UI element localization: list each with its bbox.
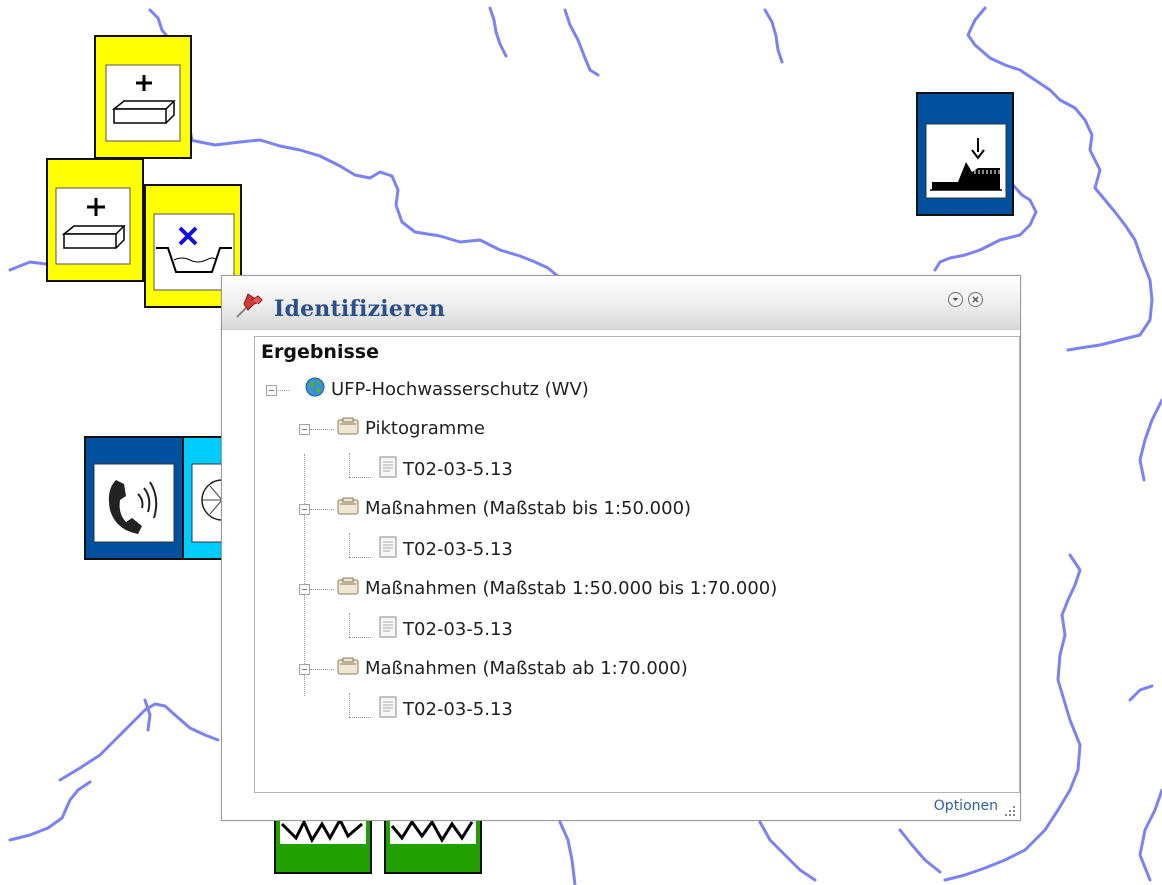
resize-grip-icon[interactable] xyxy=(1003,803,1017,817)
tree-node-group[interactable]: Maßnahmen (Maßstab bis 1:50.000) xyxy=(337,496,691,521)
folder-icon xyxy=(337,416,359,441)
tree-toggle-group[interactable] xyxy=(299,664,310,675)
pictogram-add-block-left[interactable] xyxy=(46,158,144,282)
pictogram-gauge-level[interactable] xyxy=(916,92,1014,216)
results-panel: Ergebnisse UFP-Hochwasserschutz (WV) Pik… xyxy=(254,336,1020,793)
tree-node-item[interactable]: T02-03-5.13 xyxy=(379,616,513,643)
collapse-button[interactable] xyxy=(948,292,963,307)
tree-node-item-label: T02-03-5.13 xyxy=(403,619,513,640)
folder-icon xyxy=(337,496,359,521)
river-line xyxy=(143,698,152,732)
river-line xyxy=(758,820,817,882)
tree-node-root[interactable]: UFP-Hochwasserschutz (WV) xyxy=(305,377,589,402)
folder-icon xyxy=(337,576,359,601)
close-icon xyxy=(972,296,979,303)
tree-node-group[interactable]: Maßnahmen (Maßstab ab 1:70.000) xyxy=(337,656,688,681)
document-icon xyxy=(379,536,397,563)
tree-node-group-label: Maßnahmen (Maßstab 1:50.000 bis 1:70.000… xyxy=(365,578,778,599)
tree-node-group[interactable]: Maßnahmen (Maßstab 1:50.000 bis 1:70.000… xyxy=(337,576,777,601)
tree-node-item-label: T02-03-5.13 xyxy=(403,459,513,480)
tree-node-item-label: T02-03-5.13 xyxy=(403,699,513,720)
tree-node-item[interactable]: T02-03-5.13 xyxy=(379,696,513,723)
river-line xyxy=(188,138,562,280)
river-line xyxy=(8,780,92,842)
river-line xyxy=(1138,398,1162,482)
tree-toggle-group[interactable] xyxy=(299,424,310,435)
document-icon xyxy=(379,616,397,643)
tree-node-item[interactable]: T02-03-5.13 xyxy=(379,456,513,483)
globe-icon xyxy=(305,377,325,402)
tree-node-group-label: Maßnahmen (Maßstab ab 1:70.000) xyxy=(365,658,688,679)
tree-node-root-label: UFP-Hochwasserschutz (WV) xyxy=(331,379,589,400)
tree-toggle-group[interactable] xyxy=(299,584,310,595)
close-button[interactable] xyxy=(968,292,983,307)
river-line xyxy=(763,8,784,64)
pictogram-green-left[interactable] xyxy=(274,812,372,874)
river-line xyxy=(563,8,600,77)
folder-icon xyxy=(337,656,359,681)
tree-node-item[interactable]: T02-03-5.13 xyxy=(379,536,513,563)
tree-node-item-label: T02-03-5.13 xyxy=(403,539,513,560)
river-line xyxy=(8,260,48,272)
river-line xyxy=(1138,788,1162,882)
options-link[interactable]: Optionen xyxy=(934,798,998,814)
tree-toggle-group[interactable] xyxy=(299,504,310,515)
results-tree: UFP-Hochwasserschutz (WV) Piktogramme T0… xyxy=(255,337,1019,792)
pushpin-icon xyxy=(234,290,266,324)
pictogram-green-right[interactable] xyxy=(384,812,482,874)
pictogram-add-block-top[interactable] xyxy=(94,35,192,159)
document-icon xyxy=(379,456,397,483)
tree-node-group-label: Piktogramme xyxy=(365,418,485,439)
dialog-titlebar[interactable]: Identifizieren xyxy=(222,276,1020,330)
tree-node-group[interactable]: Piktogramme xyxy=(337,416,485,441)
river-line xyxy=(488,6,508,58)
river-line xyxy=(58,702,220,782)
river-line xyxy=(898,828,942,874)
river-line xyxy=(1128,684,1154,702)
tree-toggle-root[interactable] xyxy=(266,385,277,396)
river-line xyxy=(558,820,577,885)
dialog-title: Identifizieren xyxy=(274,296,446,322)
document-icon xyxy=(379,696,397,723)
tree-node-group-label: Maßnahmen (Maßstab bis 1:50.000) xyxy=(365,498,692,519)
pictogram-phone[interactable] xyxy=(84,436,184,560)
identify-dialog: Identifizieren Ergebnisse UFP-Hochwasser… xyxy=(221,275,1021,821)
chevron-down-icon xyxy=(952,298,959,301)
